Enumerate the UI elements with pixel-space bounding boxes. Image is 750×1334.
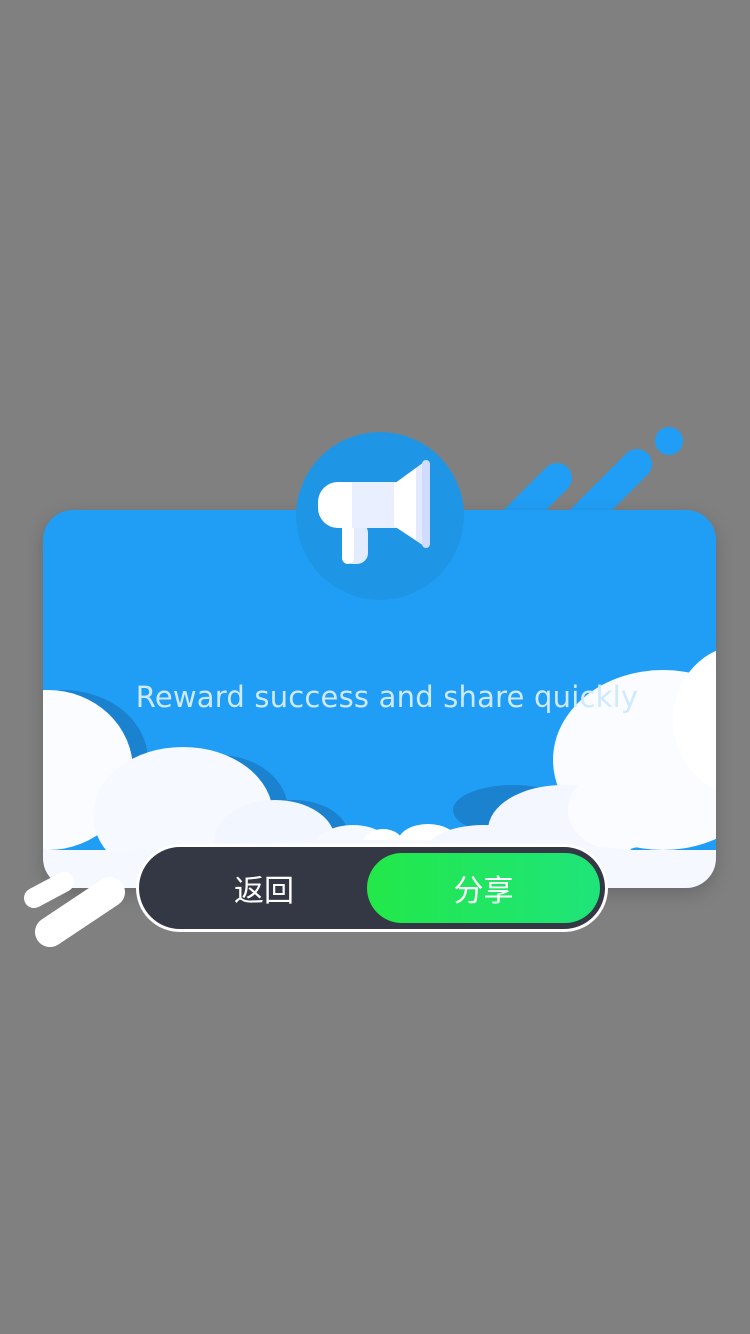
share-button[interactable]: 分享 [367, 853, 600, 923]
decorative-streaks-bottom [24, 872, 125, 947]
megaphone-badge [296, 432, 464, 600]
back-button[interactable]: 返回 [139, 847, 389, 929]
reward-message: Reward success and share quickly [135, 680, 639, 714]
action-button-bar: 返回 分享 [136, 844, 608, 932]
megaphone-icon [318, 460, 430, 564]
